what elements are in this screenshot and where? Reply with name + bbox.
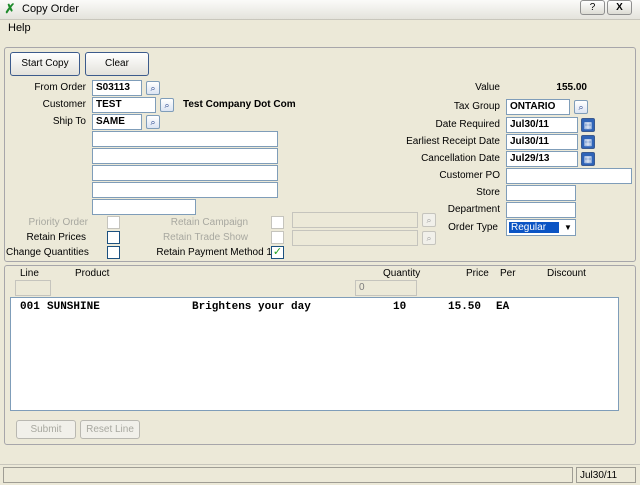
retain-campaign-checkbox[interactable]: [271, 216, 284, 229]
customer-field[interactable]: TEST: [92, 97, 156, 113]
customer-label: Customer: [42, 99, 86, 110]
tax-group-search-icon[interactable]: ⌕: [574, 100, 588, 114]
earliest-receipt-label: Earliest Receipt Date: [406, 136, 500, 147]
menu-help[interactable]: Help: [8, 22, 31, 34]
retain-payment-method-label: Retain Payment Method 1: [156, 247, 272, 258]
store-field[interactable]: [506, 185, 576, 201]
retain-campaign-label: Retain Campaign: [170, 217, 248, 228]
date-required-label: Date Required: [435, 119, 500, 130]
order-lines-list[interactable]: 001 SUNSHINE Brightens your day 10 15.50…: [10, 297, 619, 411]
tax-group-field[interactable]: ONTARIO: [506, 99, 570, 115]
from-order-label: From Order: [34, 82, 86, 93]
chevron-down-icon[interactable]: ▼: [561, 220, 575, 235]
order-type-label: Order Type: [448, 222, 498, 233]
window-title: Copy Order: [22, 3, 79, 15]
retain-prices-checkbox[interactable]: [107, 231, 120, 244]
title-bar: ✗ Copy Order ? X: [0, 0, 640, 20]
menu-bar: Help: [0, 20, 640, 38]
table-row[interactable]: 001 SUNSHINE Brightens your day 10 15.50…: [11, 299, 618, 315]
line-input[interactable]: [15, 280, 51, 296]
quantity-input[interactable]: 0: [355, 280, 417, 296]
close-window-button[interactable]: X: [607, 0, 632, 15]
tax-group-label: Tax Group: [453, 101, 500, 112]
change-quantities-label: Change Quantities: [6, 247, 89, 258]
column-header-quantity: Quantity: [383, 268, 421, 279]
row-description: Brightens your day: [192, 301, 311, 313]
order-value: 155.00: [556, 82, 587, 93]
calendar-icon[interactable]: ▦: [581, 118, 595, 132]
submit-button[interactable]: Submit: [16, 420, 76, 439]
customer-search-icon[interactable]: ⌕: [160, 98, 174, 112]
cancellation-date-field[interactable]: Jul29/13: [506, 151, 578, 167]
change-quantities-checkbox[interactable]: [107, 246, 120, 259]
value-label: Value: [475, 82, 500, 93]
status-bar: Jul30/11: [0, 464, 640, 485]
customer-name: Test Company Dot Com: [183, 99, 296, 110]
order-type-select[interactable]: Regular ▼: [506, 219, 576, 236]
row-quantity: 10: [393, 301, 407, 313]
address-line-4[interactable]: [92, 182, 278, 198]
row-price: 15.50: [448, 301, 482, 313]
reset-line-button[interactable]: Reset Line: [80, 420, 140, 439]
clear-button[interactable]: Clear: [85, 52, 149, 76]
column-header-line: Line: [20, 268, 39, 279]
from-order-search-icon[interactable]: ⌕: [146, 81, 160, 95]
retain-trade-show-label: Retain Trade Show: [162, 232, 248, 243]
address-line-1[interactable]: [92, 131, 278, 147]
start-copy-button[interactable]: Start Copy: [10, 52, 80, 76]
column-header-price: Price: [466, 268, 489, 279]
cancellation-date-label: Cancellation Date: [421, 153, 500, 164]
department-label: Department: [447, 204, 500, 215]
ship-to-field[interactable]: SAME: [92, 114, 142, 130]
row-per: EA: [496, 301, 510, 313]
calendar-icon[interactable]: ▦: [581, 152, 595, 166]
row-line: 001: [20, 301, 40, 313]
date-required-field[interactable]: Jul30/11: [506, 117, 578, 133]
calendar-icon[interactable]: ▦: [581, 135, 595, 149]
address-line-2[interactable]: [92, 148, 278, 164]
address-line-5[interactable]: [92, 199, 196, 215]
app-icon: ✗: [4, 1, 16, 16]
priority-order-label: Priority Order: [28, 217, 88, 228]
earliest-receipt-field[interactable]: Jul30/11: [506, 134, 578, 150]
customer-po-field[interactable]: [506, 168, 632, 184]
customer-po-label: Customer PO: [439, 170, 500, 181]
ship-to-label: Ship To: [52, 116, 86, 127]
column-header-per: Per: [500, 268, 516, 279]
retain-prices-label: Retain Prices: [26, 232, 86, 243]
column-header-discount: Discount: [547, 268, 586, 279]
row-product: SUNSHINE: [47, 301, 100, 313]
status-date: Jul30/11: [576, 467, 636, 483]
priority-order-checkbox[interactable]: [107, 216, 120, 229]
retain-trade-show-checkbox[interactable]: [271, 231, 284, 244]
column-header-product: Product: [75, 268, 110, 279]
help-window-button[interactable]: ?: [580, 0, 605, 15]
status-message: [3, 467, 573, 483]
trade-show-search-icon[interactable]: ⌕: [422, 231, 436, 245]
department-field[interactable]: [506, 202, 576, 218]
from-order-field[interactable]: S03113: [92, 80, 142, 96]
address-line-3[interactable]: [92, 165, 278, 181]
order-type-value: Regular: [509, 222, 559, 233]
ship-to-search-icon[interactable]: ⌕: [146, 115, 160, 129]
retain-payment-method-checkbox[interactable]: ✓: [271, 246, 284, 259]
store-label: Store: [476, 187, 500, 198]
